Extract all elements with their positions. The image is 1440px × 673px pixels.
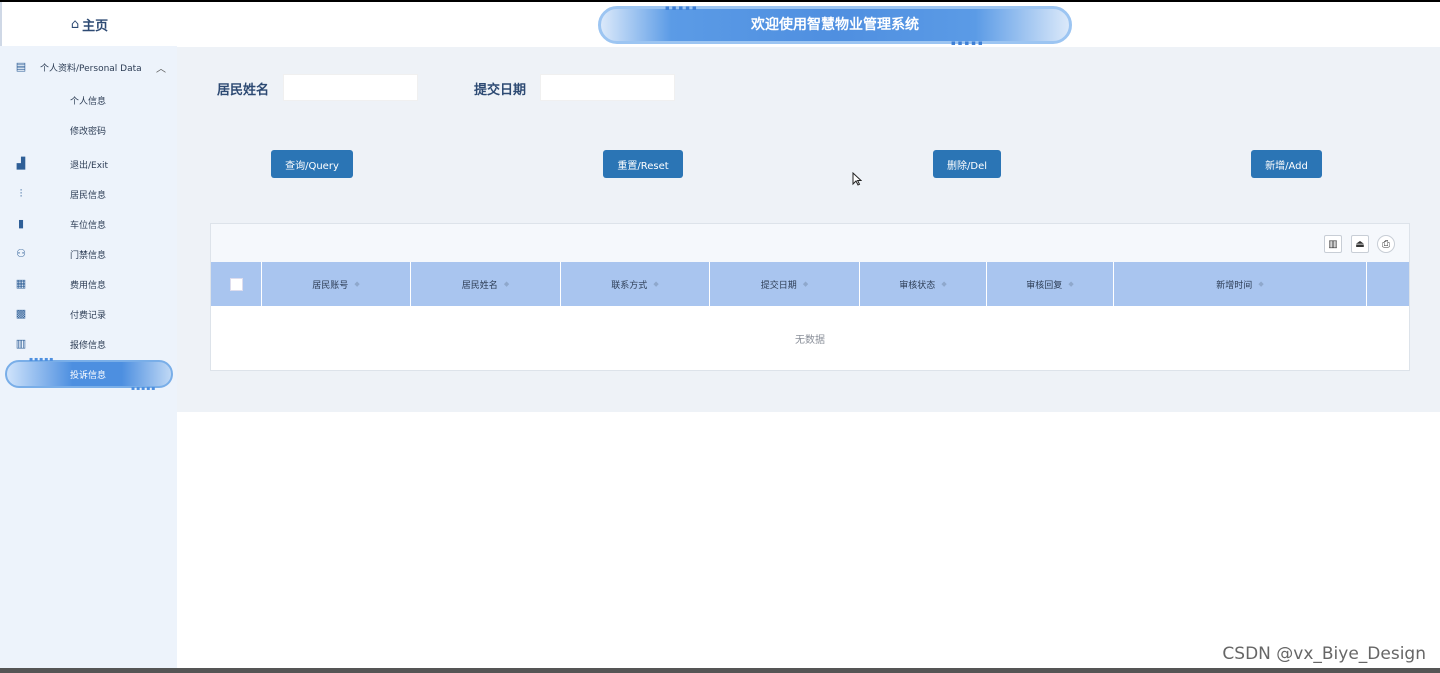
sidebar-item-residents[interactable]: ⫶ 居民信息 [0, 180, 177, 208]
sidebar-item-label: 退出/Exit [70, 160, 109, 171]
sidebar-item-payments[interactable]: ▩ 付费记录 [0, 300, 177, 328]
sort-icon: ◆ [1258, 280, 1264, 288]
resident-name-label: 居民姓名 [217, 83, 270, 98]
bottom-border [0, 668, 1440, 673]
sidebar-item-change-password[interactable]: 修改密码 [0, 116, 177, 144]
column-header[interactable]: 居民姓名 ◆ [411, 262, 561, 306]
table-toolbar: ▥ ⏏ ⎙ [211, 224, 1409, 262]
column-header[interactable]: 新增时间 ◆ [1114, 262, 1367, 306]
sort-icon: ◆ [653, 280, 659, 288]
calendar-icon: ▦ [15, 277, 27, 290]
user-badge-icon: ⚇ [16, 247, 26, 260]
column-header[interactable]: 审核回复 ◆ [987, 262, 1114, 306]
chart-bar-icon: ▟ [16, 157, 26, 170]
sidebar-item-personal-info[interactable]: 个人信息 [0, 86, 177, 114]
print-icon[interactable]: ⎙ [1377, 235, 1395, 253]
title-banner: ▪▪▪▪▪ 欢迎使用智慧物业管理系统 ▪▪▪▪▪ [598, 4, 1072, 47]
home-link[interactable]: ⌂ 主页 [0, 2, 177, 46]
sidebar-item-fees[interactable]: ▦ 费用信息 [0, 270, 177, 298]
calendar-check-icon: ▩ [15, 307, 27, 320]
mouse-cursor-icon [852, 172, 862, 186]
sidebar-item-label: 居民信息 [70, 190, 107, 201]
sidebar-item-label: 报修信息 [70, 340, 107, 351]
query-button[interactable]: 查询/Query [271, 150, 353, 178]
submit-date-input[interactable] [540, 74, 675, 101]
sort-icon: ◆ [1068, 280, 1074, 288]
sort-icon: ◆ [941, 280, 947, 288]
home-icon: ⌂ [70, 16, 80, 32]
column-header-label: 审核状态 [899, 280, 936, 291]
sidebar: ⌂ 主页 ▤ 个人资料/Personal Data ︿ 个人信息 修改密码 ▟ … [0, 2, 177, 668]
select-all-cell [211, 262, 262, 306]
page-title: 欢迎使用智慧物业管理系统 [751, 17, 919, 33]
sidebar-group-personal-data[interactable]: ▤ 个人资料/Personal Data ︿ [0, 53, 177, 81]
empty-state: 无数据 [795, 334, 825, 346]
export-icon[interactable]: ⏏ [1351, 235, 1369, 253]
header: ▪▪▪▪▪ 欢迎使用智慧物业管理系统 ▪▪▪▪▪ [177, 2, 1440, 47]
column-header[interactable]: 联系方式 ◆ [561, 262, 710, 306]
sort-icon: ◆ [503, 280, 510, 288]
delete-button[interactable]: 删除/Del [933, 150, 1001, 178]
app-window: ⌂ 主页 ▤ 个人资料/Personal Data ︿ 个人信息 修改密码 ▟ … [0, 0, 1440, 673]
columns-icon[interactable]: ▥ [1324, 235, 1342, 253]
sidebar-item-label: 门禁信息 [70, 250, 107, 261]
select-all-checkbox[interactable] [229, 277, 243, 291]
action-column-header [1367, 262, 1409, 306]
sidebar-item-label: 车位信息 [70, 220, 107, 231]
column-header-label: 审核回复 [1026, 280, 1063, 291]
main-content: 居民姓名 提交日期 查询/Query 重置/Reset 删除/Del 新增/Ad… [177, 47, 1440, 412]
chevron-up-icon: ︿ [156, 63, 166, 75]
sidebar-item-label: 投诉信息 [70, 370, 107, 381]
sort-icon: ◆ [354, 280, 360, 288]
column-header-label: 联系方式 [611, 280, 648, 291]
data-table: ▥ ⏏ ⎙ 居民账号 ◆ 居民姓名 ◆ 联系方式 ◆ 提交日期 ◆ 审核状态 ◆… [210, 223, 1410, 371]
column-header-label: 新增时间 [1216, 280, 1253, 291]
chart-line-icon: ⫶ [19, 187, 23, 200]
watermark: CSDN @vx_Biye_Design [1222, 644, 1426, 664]
column-header-label: 提交日期 [760, 280, 797, 291]
book-icon: ▥ [15, 337, 27, 350]
column-header-label: 居民姓名 [461, 280, 498, 291]
document-icon: ▤ [15, 60, 27, 73]
sidebar-item-parking[interactable]: ▮ 车位信息 [0, 210, 177, 238]
sort-icon: ◆ [802, 280, 809, 288]
column-header-label: 居民账号 [312, 280, 349, 291]
table-header: 居民账号 ◆ 居民姓名 ◆ 联系方式 ◆ 提交日期 ◆ 审核状态 ◆ 审核回复 ◆ [211, 262, 1409, 306]
sidebar-group-label: 个人资料/Personal Data [40, 63, 142, 74]
resident-name-input[interactable] [283, 74, 418, 101]
sidebar-item-exit[interactable]: ▟ 退出/Exit [0, 150, 177, 178]
sidebar-item-label: 修改密码 [70, 126, 107, 137]
sidebar-item-label: 费用信息 [70, 280, 107, 291]
sidebar-item-label: 个人信息 [70, 96, 107, 107]
home-label: 主页 [82, 18, 109, 34]
column-header[interactable]: 审核状态 ◆ [860, 262, 987, 306]
decoration-dots: ▪▪▪▪▪ [951, 39, 985, 47]
bookmark-icon: ▮ [17, 217, 25, 230]
add-button[interactable]: 新增/Add [1251, 150, 1322, 178]
sidebar-item-label: 付费记录 [70, 310, 107, 321]
sidebar-item-access-control[interactable]: ⚇ 门禁信息 [0, 240, 177, 268]
submit-date-label: 提交日期 [474, 83, 527, 98]
sidebar-item-complaints[interactable]: 投诉信息 [0, 360, 177, 388]
column-header[interactable]: 提交日期 ◆ [710, 262, 860, 306]
reset-button[interactable]: 重置/Reset [603, 150, 683, 178]
sidebar-item-repairs[interactable]: ▥ 报修信息 [0, 330, 177, 358]
column-header[interactable]: 居民账号 ◆ [262, 262, 411, 306]
